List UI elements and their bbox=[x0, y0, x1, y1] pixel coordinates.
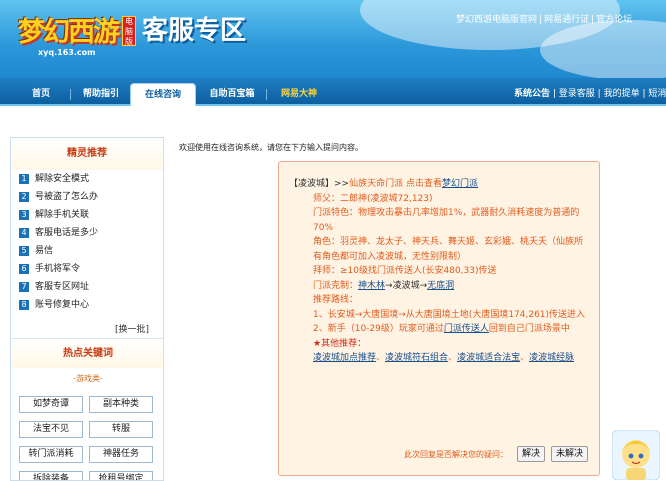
top-links: 梦幻西游电脑版官网 | 网易通行证 | 官方论坛 bbox=[456, 15, 633, 25]
sidebar-item[interactable]: 1 解除安全模式 bbox=[11, 170, 163, 188]
forum-link[interactable]: 官方论坛 bbox=[596, 15, 632, 25]
answer-bubble: 【凌波城】>>仙族天命门派 点击查看梦幻门派 师父：二郎神(凌波城72,123)… bbox=[278, 161, 600, 476]
feature-info: 门派特色：物理攻击暴击几率增加1%，武器耐久消耗速度为普通的70% bbox=[313, 208, 580, 233]
route-1: 1、长安城→大唐国境→从大唐国境土地(大唐国境174,261)传送进入 bbox=[313, 309, 586, 320]
keyword-category: -游戏类- bbox=[73, 374, 103, 383]
tab-help-guide[interactable]: 帮助指引 bbox=[72, 83, 130, 106]
recommend-link[interactable]: 凌波城适合法宝 bbox=[457, 353, 520, 363]
master-info: 师父：二郎神(凌波城72,123) bbox=[313, 193, 433, 204]
keyword-button[interactable]: 转服 bbox=[89, 421, 153, 438]
sidebar-item[interactable]: 4 客服电话是多少 bbox=[11, 224, 163, 242]
unresolved-button[interactable]: 未解决 bbox=[551, 446, 589, 462]
sidebar-item[interactable]: 7 客服专区网址 bbox=[11, 278, 163, 296]
game-logo[interactable]: 梦幻西游 电脑版 xyq.163.com bbox=[8, 6, 136, 57]
tab-home[interactable]: 首页 bbox=[14, 83, 68, 106]
shenmulin-link[interactable]: 神木林 bbox=[358, 281, 385, 291]
passport-link[interactable]: 网易通行证 bbox=[544, 15, 589, 25]
sidebar-title: 精灵推荐 bbox=[11, 138, 163, 170]
keyword-button[interactable]: 副本种类 bbox=[89, 396, 153, 413]
transport-npc-link[interactable]: 门派传送人 bbox=[444, 324, 489, 334]
sidebar-item[interactable]: 2 号被盗了怎么办 bbox=[11, 188, 163, 206]
tab-netease-dashen[interactable]: 网易大神 bbox=[270, 83, 328, 106]
answer-content: 【凌波城】>>仙族天命门派 点击查看梦幻门派 师父：二郎神(凌波城72,123)… bbox=[289, 177, 589, 366]
keyword-button[interactable]: 如梦奇谭 bbox=[19, 396, 83, 413]
recommend-link[interactable]: 凌波城经脉 bbox=[529, 353, 574, 363]
recommend-link[interactable]: 凌波城加点推荐 bbox=[313, 353, 376, 363]
keyword-button[interactable]: 神器任务 bbox=[89, 446, 153, 463]
hot-keywords-title: 热点关键词 bbox=[11, 338, 163, 368]
logo-badge: 电脑版 bbox=[122, 16, 136, 46]
login-service-link[interactable]: 登录客服 bbox=[559, 89, 595, 99]
welcome-message: 欢迎使用在线咨询系统，请您在下方输入提问内容。 bbox=[179, 143, 363, 152]
other-recommend-label: ★其他推荐： bbox=[313, 338, 367, 349]
my-tickets-link[interactable]: 我的提单 bbox=[604, 89, 640, 99]
logo-url: xyq.163.com bbox=[38, 48, 96, 57]
tab-self-service[interactable]: 自助百宝箱 bbox=[200, 83, 264, 106]
system-notice-link[interactable]: 系统公告 bbox=[514, 89, 550, 99]
section-title: 客服专区 bbox=[142, 16, 247, 46]
main-nav: 首页 帮助指引 在线咨询 自助百宝箱 网易大神 系统公告 | 登录客服 | 我的… bbox=[0, 78, 666, 106]
keyword-button[interactable]: 法宝不见 bbox=[19, 421, 83, 438]
logo-text: 梦幻西游 bbox=[18, 17, 120, 48]
mascot-avatar[interactable] bbox=[612, 430, 660, 480]
school-info-link[interactable]: 梦幻门派 bbox=[442, 179, 478, 189]
refresh-recommendations-link[interactable]: [换一批] bbox=[115, 322, 149, 335]
sidebar-item[interactable]: 5 易信 bbox=[11, 242, 163, 260]
keyword-button[interactable]: 转门派消耗 bbox=[19, 446, 83, 463]
sidebar-item[interactable]: 3 解除手机关联 bbox=[11, 206, 163, 224]
join-info: 拜师：≥10级找门派传送人(长安480,33)传送 bbox=[313, 266, 497, 276]
sidebar-item[interactable]: 6 手机将军令 bbox=[11, 260, 163, 278]
feedback-question: 此次回复是否解决您的疑问： bbox=[404, 450, 508, 459]
wudidong-link[interactable]: 无底洞 bbox=[427, 281, 454, 291]
keyword-button[interactable]: 拆除装备 bbox=[19, 471, 83, 480]
header-banner: 梦幻西游 电脑版 xyq.163.com 客服专区 梦幻西游电脑版官网 | 网易通行… bbox=[0, 0, 666, 78]
messages-link[interactable]: 短消 bbox=[648, 89, 666, 99]
sidebar-item[interactable]: 8 账号修复中心 bbox=[11, 296, 163, 314]
recommend-link[interactable]: 凌波城符石组合 bbox=[385, 353, 448, 363]
nav-right-links: 系统公告 | 登录客服 | 我的提单 | 短消 bbox=[514, 89, 666, 99]
official-site-link[interactable]: 梦幻西游电脑版官网 bbox=[456, 15, 537, 25]
keyword-button[interactable]: 抢租号绑定 bbox=[89, 471, 153, 480]
roles-info: 角色：羽灵神、龙太子、神天兵、舞天姬、玄彩娥、桃夭夭（仙族所有角色都可加入凌波城… bbox=[313, 237, 584, 262]
route-label: 推荐路线： bbox=[313, 295, 359, 305]
tab-online-consult[interactable]: 在线咨询 bbox=[130, 83, 196, 106]
resolved-button[interactable]: 解决 bbox=[517, 446, 546, 462]
sidebar: 精灵推荐 1 解除安全模式 2 号被盗了怎么办 3 解除手机关联 4 客服电话是多少 5… bbox=[10, 137, 164, 481]
